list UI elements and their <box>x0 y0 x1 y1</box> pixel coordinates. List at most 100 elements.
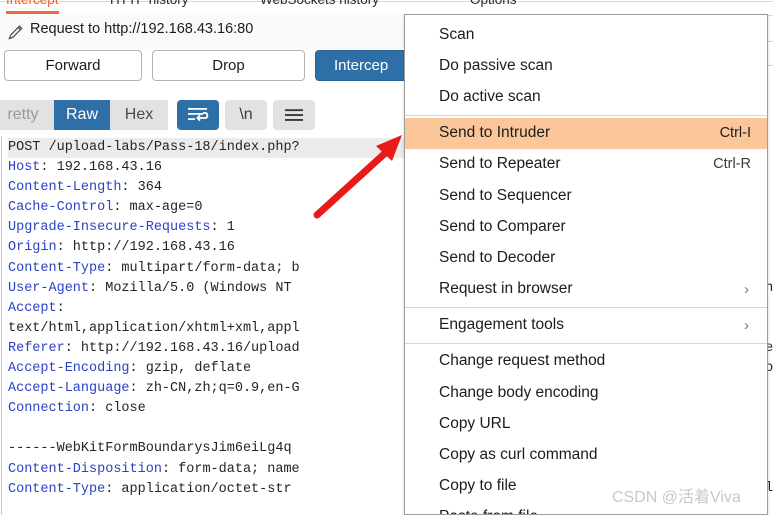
show-newlines-icon[interactable]: \n <box>225 100 267 130</box>
hamburger-icon[interactable] <box>273 100 315 130</box>
menu-item-label: Copy URL <box>439 414 511 432</box>
drop-button-label: Drop <box>212 57 245 74</box>
chevron-right-icon: › <box>744 316 749 334</box>
header-value: : form-data; name <box>161 461 300 477</box>
header-value: : 192.168.43.16 <box>40 160 162 176</box>
tab-websockets-history[interactable]: WebSockets history <box>260 0 379 14</box>
header-value: : http://192.168.43.16 <box>56 240 235 256</box>
context-menu-items: Scan Do passive scan Do active scan Send to… <box>405 19 767 514</box>
tab-intercept[interactable]: Intercept <box>6 0 59 14</box>
menu-item-change-body-encoding[interactable]: Change body encoding <box>405 377 767 408</box>
menu-item-engagement-tools[interactable]: Engagement tools › <box>405 310 767 341</box>
header-value: : 364 <box>121 180 162 196</box>
menu-item-send-to-intruder[interactable]: Send to Intruder Ctrl-I <box>405 117 767 149</box>
menu-separator <box>405 114 767 116</box>
view-mode-raw[interactable]: Raw <box>54 100 110 130</box>
request-line: Content-Disposition: form-data; name <box>8 460 406 480</box>
request-line: POST /upload-labs/Pass-18/index.php? <box>8 138 406 159</box>
header-name: Host <box>8 160 41 176</box>
request-raw-editor[interactable]: POST /upload-labs/Pass-18/index.php? Host… <box>1 136 407 515</box>
menu-item-send-to-sequencer[interactable]: Send to Sequencer <box>405 180 767 211</box>
header-name: Content-Disposition <box>8 461 162 477</box>
menu-item-label: Do active scan <box>439 87 541 105</box>
header-name: Upgrade-Insecure-Requests <box>8 220 211 236</box>
request-line: Connection: close <box>8 399 406 419</box>
menu-item-label: Change request method <box>439 352 606 370</box>
menu-item-do-passive-scan[interactable]: Do passive scan <box>405 50 767 81</box>
view-mode-pretty[interactable]: retty <box>0 100 54 130</box>
menu-item-send-to-repeater[interactable]: Send to Repeater Ctrl-R <box>405 149 767 180</box>
view-mode-raw-label: Raw <box>65 106 98 123</box>
request-line: Origin: http://192.168.43.16 <box>8 238 406 258</box>
menu-item-label: Copy to file <box>439 477 517 495</box>
request-line: Accept-Language: zh-CN,zh;q=0.9,en-G <box>8 379 406 399</box>
header-value: : gzip, deflate <box>129 361 252 377</box>
menu-item-label: Paste from file <box>439 508 538 514</box>
request-line: Referer: http://192.168.43.16/upload <box>8 339 406 359</box>
request-line: Accept: <box>8 299 406 319</box>
tab-options[interactable]: Options <box>470 0 517 14</box>
request-line: ------WebKitFormBoundarysJim6eiLg4q <box>8 439 406 459</box>
view-mode-hex[interactable]: Hex <box>110 100 168 130</box>
tab-intercept-label: Intercept <box>6 0 59 7</box>
header-name: Origin <box>8 240 57 256</box>
csdn-watermark: CSDN @活着Viva <box>612 489 741 506</box>
pencil-icon <box>8 25 23 40</box>
menu-separator <box>405 306 767 308</box>
header-name: Content-Length <box>8 180 122 196</box>
header-name: Content-Type <box>8 260 106 276</box>
menu-item-label: Send to Comparer <box>439 217 566 235</box>
header-value: : 1 <box>210 220 235 236</box>
header-value: : <box>56 300 65 316</box>
intercept-toggle-label: Intercep <box>334 57 389 74</box>
header-name: Accept-Encoding <box>8 361 130 377</box>
forward-button[interactable]: Forward <box>4 50 142 81</box>
header-name: Referer <box>8 340 65 356</box>
main-tab-strip: Intercept HTTP history WebSockets histor… <box>0 0 773 14</box>
menu-item-label: Send to Sequencer <box>439 186 572 204</box>
menu-item-label: Send to Decoder <box>439 248 556 266</box>
header-value: : http://192.168.43.16/upload <box>64 340 300 356</box>
menu-item-scan[interactable]: Scan <box>405 19 767 50</box>
menu-item-shortcut: Ctrl-R <box>713 156 751 173</box>
header-value: : application/octet-str <box>105 481 292 497</box>
request-target-title: Request to http://192.168.43.16:80 <box>30 21 254 37</box>
tab-websockets-history-label: WebSockets history <box>260 0 379 7</box>
header-name: Accept-Language <box>8 381 130 397</box>
drop-button[interactable]: Drop <box>152 50 305 81</box>
menu-item-label: Do passive scan <box>439 56 553 74</box>
menu-item-send-to-comparer[interactable]: Send to Comparer <box>405 211 767 242</box>
menu-item-copy-url[interactable]: Copy URL <box>405 408 767 439</box>
view-mode-pretty-label: retty <box>7 106 39 123</box>
header-value: : multipart/form-data; b <box>105 260 300 276</box>
view-mode-hex-label: Hex <box>124 106 154 123</box>
menu-item-label: Send to Intruder <box>439 124 551 142</box>
menu-item-copy-as-curl-command[interactable]: Copy as curl command <box>405 439 767 470</box>
tab-active-underline <box>6 11 59 14</box>
request-line: User-Agent: Mozilla/5.0 (Windows NT <box>8 279 406 299</box>
tab-http-history-label: HTTP history <box>110 0 189 7</box>
header-value: ------WebKitFormBoundarysJim6eiLg4q <box>8 441 292 457</box>
menu-item-change-request-method[interactable]: Change request method <box>405 346 767 377</box>
menu-item-label: Send to Repeater <box>439 155 561 173</box>
menu-item-send-to-decoder[interactable]: Send to Decoder <box>405 242 767 273</box>
menu-item-label: Scan <box>439 25 475 43</box>
word-wrap-icon[interactable] <box>177 100 219 130</box>
request-line: Host: 192.168.43.16 <box>8 158 406 178</box>
request-line: Accept-Encoding: gzip, deflate <box>8 359 406 379</box>
header-value: : max-age=0 <box>113 200 203 216</box>
request-line: Content-Type: multipart/form-data; b <box>8 259 406 279</box>
word-wrap-glyph <box>188 108 209 122</box>
request-line: text/html,application/xhtml+xml,appl <box>8 319 406 339</box>
header-value: : zh-CN,zh;q=0.9,en-G <box>129 381 300 397</box>
menu-item-do-active-scan[interactable]: Do active scan <box>405 81 767 112</box>
menu-item-request-in-browser[interactable]: Request in browser › <box>405 274 767 305</box>
request-raw-text: POST /upload-labs/Pass-18/index.php? Host… <box>8 138 406 500</box>
tab-options-label: Options <box>470 0 517 7</box>
hamburger-glyph <box>285 109 303 121</box>
request-line: Cache-Control: max-age=0 <box>8 198 406 218</box>
tab-http-history[interactable]: HTTP history <box>110 0 189 14</box>
header-value: : Mozilla/5.0 (Windows NT <box>89 280 300 296</box>
context-menu[interactable]: Scan Do passive scan Do active scan Send to… <box>404 14 768 515</box>
menu-item-label: Request in browser <box>439 280 573 298</box>
